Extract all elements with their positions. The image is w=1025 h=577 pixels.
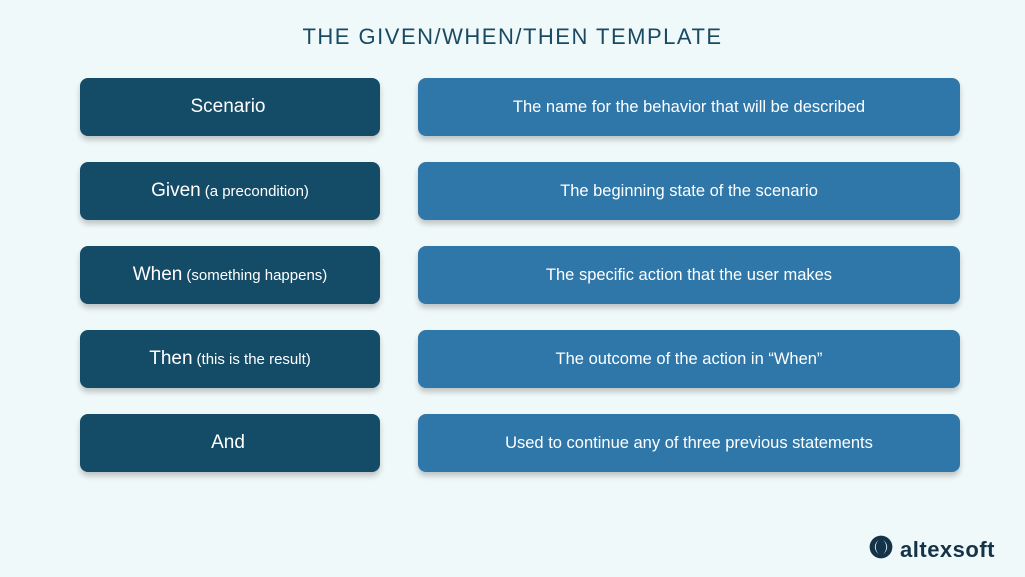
page-title: THE GIVEN/WHEN/THEN TEMPLATE bbox=[0, 0, 1025, 68]
template-row: And Used to continue any of three previo… bbox=[80, 414, 960, 472]
template-row: Scenario The name for the behavior that … bbox=[80, 78, 960, 136]
template-grid: Scenario The name for the behavior that … bbox=[0, 68, 1025, 472]
desc-text: The name for the behavior that will be d… bbox=[513, 98, 865, 117]
desc-box: The beginning state of the scenario bbox=[418, 162, 960, 220]
keyword-box-given: Given (a precondition) bbox=[80, 162, 380, 220]
keyword-sub: (this is the result) bbox=[197, 351, 311, 368]
desc-text: The specific action that the user makes bbox=[546, 266, 832, 285]
desc-text: The beginning state of the scenario bbox=[560, 182, 818, 201]
keyword-box-then: Then (this is the result) bbox=[80, 330, 380, 388]
keyword-box-when: When (something happens) bbox=[80, 246, 380, 304]
desc-text: The outcome of the action in “When” bbox=[556, 350, 823, 369]
desc-box: Used to continue any of three previous s… bbox=[418, 414, 960, 472]
keyword-label: When bbox=[133, 264, 183, 286]
keyword-box-and: And bbox=[80, 414, 380, 472]
template-row: Given (a precondition) The beginning sta… bbox=[80, 162, 960, 220]
keyword-box-scenario: Scenario bbox=[80, 78, 380, 136]
desc-box: The outcome of the action in “When” bbox=[418, 330, 960, 388]
keyword-sub: (something happens) bbox=[186, 267, 327, 284]
template-row: Then (this is the result) The outcome of… bbox=[80, 330, 960, 388]
keyword-label: Then bbox=[149, 348, 192, 370]
keyword-label: Scenario bbox=[191, 96, 266, 118]
brand-logo: altexsoft bbox=[867, 533, 995, 567]
altexsoft-icon bbox=[867, 533, 895, 567]
template-row: When (something happens) The specific ac… bbox=[80, 246, 960, 304]
desc-box: The specific action that the user makes bbox=[418, 246, 960, 304]
brand-name: altexsoft bbox=[900, 537, 995, 563]
desc-box: The name for the behavior that will be d… bbox=[418, 78, 960, 136]
keyword-label: Given bbox=[151, 180, 201, 202]
desc-text: Used to continue any of three previous s… bbox=[505, 434, 873, 453]
keyword-label: And bbox=[211, 432, 245, 454]
keyword-sub: (a precondition) bbox=[205, 183, 309, 200]
